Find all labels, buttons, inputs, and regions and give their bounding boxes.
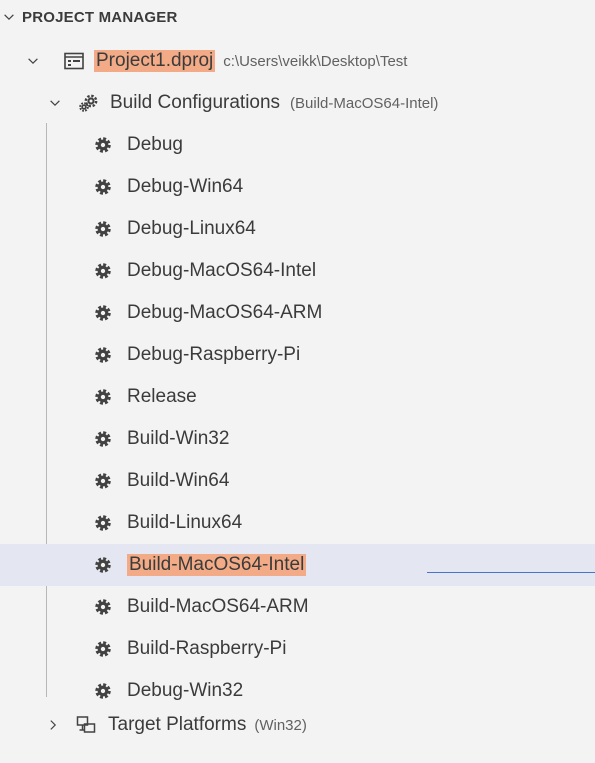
project-manager-tree: PROJECT MANAGER Project1.dproj c:\Users\… [0, 0, 595, 763]
configuration-item[interactable]: Build-Win64 [0, 460, 595, 502]
target-platforms-label: Target Platforms [108, 714, 247, 735]
build-configurations-icon [78, 92, 100, 114]
configuration-item[interactable]: Build-Win32 [0, 418, 595, 460]
target-platforms-icon [76, 715, 96, 735]
chevron-down-icon[interactable] [26, 54, 40, 68]
project-node[interactable]: Project1.dproj c:\Users\veikk\Desktop\Te… [0, 40, 595, 82]
gear-icon [93, 681, 113, 701]
configuration-label: Release [127, 386, 197, 407]
configuration-item[interactable]: Debug-Linux64 [0, 208, 595, 250]
chevron-right-icon[interactable] [46, 718, 60, 732]
gear-icon [93, 387, 113, 407]
configuration-label: Build-Raspberry-Pi [127, 638, 287, 659]
gear-icon [93, 261, 113, 281]
configuration-label: Debug [127, 134, 183, 155]
project-path: c:\Users\veikk\Desktop\Test [223, 52, 408, 70]
gear-icon [93, 429, 113, 449]
gear-icon [93, 219, 113, 239]
configuration-item[interactable]: Build-Linux64 [0, 502, 595, 544]
gear-icon [93, 639, 113, 659]
configuration-item[interactable]: Debug [0, 124, 595, 166]
configuration-label: Build-Linux64 [127, 512, 243, 533]
project-name: Project1.dproj [94, 50, 216, 72]
build-configurations-node[interactable]: Build Configurations (Build-MacOS64-Inte… [0, 82, 595, 124]
drag-drop-indicator [427, 572, 595, 573]
configuration-label: Build-MacOS64-ARM [127, 596, 309, 617]
gear-icon [93, 555, 113, 575]
configuration-label: Build-Win32 [127, 428, 230, 449]
configuration-label: Debug-Win32 [127, 680, 244, 701]
active-configuration: (Build-MacOS64-Intel) [290, 94, 439, 112]
configuration-item[interactable]: Build-MacOS64-ARM [0, 586, 595, 628]
configuration-item[interactable]: Build-Raspberry-Pi [0, 628, 595, 670]
configuration-item[interactable]: Debug-MacOS64-ARM [0, 292, 595, 334]
gear-icon [93, 513, 113, 533]
configuration-label: Debug-Raspberry-Pi [127, 344, 301, 365]
gear-icon [93, 177, 113, 197]
gear-icon [93, 303, 113, 323]
build-configurations-label: Build Configurations [110, 92, 281, 113]
section-header[interactable]: PROJECT MANAGER [0, 0, 595, 34]
gear-icon [93, 345, 113, 365]
configuration-item[interactable]: Debug-MacOS64-Intel [0, 250, 595, 292]
configuration-label: Debug-Win64 [127, 176, 244, 197]
gear-icon [93, 471, 113, 491]
configuration-label: Debug-Linux64 [127, 218, 256, 239]
configuration-label: Debug-MacOS64-ARM [127, 302, 323, 323]
target-platforms-node[interactable]: Target Platforms (Win32) [0, 704, 595, 746]
configuration-label: Build-MacOS64-Intel [127, 554, 307, 576]
configuration-item[interactable]: Debug-Raspberry-Pi [0, 334, 595, 376]
section-title: PROJECT MANAGER [22, 8, 178, 26]
chevron-down-icon[interactable] [2, 10, 16, 24]
configuration-item[interactable]: Build-MacOS64-Intel [0, 544, 595, 586]
configuration-label: Build-Win64 [127, 470, 230, 491]
chevron-down-icon[interactable] [48, 96, 62, 110]
target-platforms-description: (Win32) [254, 716, 307, 734]
gear-icon [93, 135, 113, 155]
gear-icon [93, 597, 113, 617]
configuration-item[interactable]: Release [0, 376, 595, 418]
project-file-icon [64, 52, 84, 70]
configuration-label: Debug-MacOS64-Intel [127, 260, 317, 281]
configuration-item[interactable]: Debug-Win64 [0, 166, 595, 208]
